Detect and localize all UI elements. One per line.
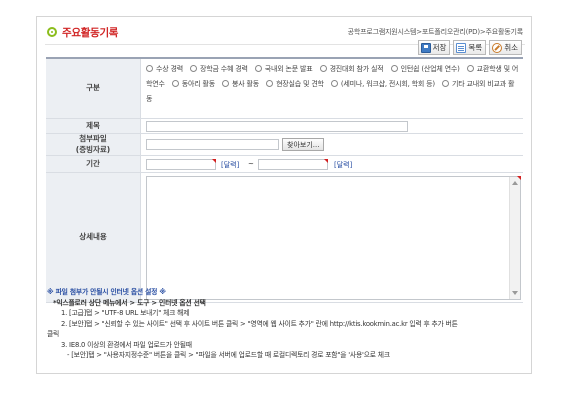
radio-icon[interactable] (266, 80, 274, 87)
scroll-up-icon[interactable] (512, 181, 518, 185)
type-option-seminar[interactable]: (세미나, 워크샵, 전시회, 학회 등) (330, 80, 435, 88)
attachment-row: 첨부파일 (증빙자료) 찾아보기... (46, 134, 523, 156)
save-button-label: 저장 (432, 43, 447, 52)
notice-step-2: 2. [보안]탭 > "신뢰할 수 있는 사이트" 선택 후 사이트 버튼 클릭… (61, 319, 458, 328)
title-row: 제목 (46, 119, 523, 134)
attachment-label-line2: (증빙자료) (75, 144, 111, 154)
period-separator: ~ (248, 160, 254, 168)
start-date-input[interactable] (146, 159, 216, 170)
type-option-award[interactable]: 수상 경력 (146, 65, 183, 73)
radio-icon[interactable] (254, 65, 262, 72)
bullet-circle-icon (47, 27, 57, 37)
attachment-label-line1: 첨부파일 (79, 134, 107, 143)
notice-title: ※ 파일 첨부가 안될시 인터넷 옵션 설정 ※ (47, 288, 166, 296)
page-title: 주요활동기록 (62, 27, 119, 39)
cancel-button[interactable]: 취소 (489, 40, 522, 55)
end-date-input[interactable] (258, 159, 328, 170)
type-option-paper[interactable]: 국내외 논문 발표 (254, 65, 313, 73)
radio-icon[interactable] (222, 80, 230, 87)
list-button-label: 목록 (468, 43, 483, 52)
save-button[interactable]: 저장 (417, 40, 451, 55)
title-input[interactable] (146, 121, 408, 132)
content-panel: 주요활동기록 공학프로그램지원시스템>포트폴리오관리(PD)>주요활동기록 저장… (36, 16, 532, 374)
detail-row: 상세내용 (46, 173, 523, 303)
radio-icon[interactable] (146, 65, 153, 72)
radio-icon[interactable] (466, 65, 474, 72)
cancel-button-label: 취소 (504, 43, 518, 52)
radio-icon[interactable] (390, 65, 398, 72)
radio-icon[interactable] (441, 80, 449, 87)
title-label: 제목 (46, 119, 141, 133)
detail-label: 상세내용 (46, 173, 141, 302)
type-label: 구분 (46, 59, 141, 118)
detail-textarea[interactable] (146, 176, 521, 300)
radio-icon[interactable] (190, 65, 198, 72)
list-button[interactable]: 목록 (453, 40, 487, 55)
end-calendar-link[interactable]: [달력] (334, 160, 352, 170)
notice-menu-path: *익스플로러 상단 메뉴에서 > 도구 > 인터넷 옵션 선택 (53, 298, 206, 307)
notice-step-3: 3. IE8.0 이상의 환경에서 파일 업로드가 안될때 (61, 340, 192, 349)
start-calendar-link[interactable]: [달력] (221, 160, 239, 170)
period-label: 기간 (46, 156, 141, 172)
type-option-club[interactable]: 동아리 활동 (171, 80, 215, 88)
notice-step-1: 1. [고급]탭 > "UTF-8 URL 보내기" 체크 해제 (61, 309, 190, 317)
type-row: 구분 수상 경력 장학금 수혜 경력 국내외 논문 발표 경진대회 참가 실적 … (46, 59, 523, 119)
toolbar: 저장 목록 취소 (417, 40, 522, 55)
type-options: 수상 경력 장학금 수혜 경력 국내외 논문 발표 경진대회 참가 실적 인턴쉽… (142, 59, 523, 118)
attachment-label: 첨부파일 (증빙자료) (46, 134, 141, 155)
type-option-field-practice[interactable]: 현장실습 및 견학 (266, 80, 324, 88)
radio-icon[interactable] (171, 80, 179, 87)
type-option-internship[interactable]: 인턴쉽 (산업체 연수) (390, 65, 460, 73)
type-option-contest[interactable]: 경진대회 참가 실적 (319, 65, 384, 73)
activity-form: 구분 수상 경력 장학금 수혜 경력 국내외 논문 발표 경진대회 참가 실적 … (46, 57, 523, 303)
cancel-icon (492, 42, 503, 53)
notice-step-2-cont: 클릭 (47, 330, 60, 338)
textarea-scrollbar[interactable] (509, 177, 520, 299)
type-option-scholarship[interactable]: 장학금 수혜 경력 (190, 65, 248, 73)
save-icon (420, 42, 431, 53)
type-option-volunteer[interactable]: 봉사 활동 (222, 80, 259, 88)
browse-button[interactable]: 찾아보기... (282, 138, 325, 151)
file-path-input[interactable] (146, 139, 279, 150)
radio-icon[interactable] (330, 80, 338, 87)
list-icon (456, 42, 467, 53)
period-row: 기간 [달력] ~ [달력] (46, 156, 523, 173)
breadcrumb: 공학프로그램지원시스템>포트폴리오관리(PD)>주요활동기록 (347, 28, 524, 36)
notice-step-3-detail: - [보안]탭 > "사용자지정수준" 버튼을 클릭 > "파일을 서버에 업로… (67, 351, 390, 359)
upload-help-notice: ※ 파일 첨부가 안될시 인터넷 옵션 설정 ※ *익스플로러 상단 메뉴에서 … (47, 287, 523, 361)
radio-icon[interactable] (319, 65, 327, 72)
